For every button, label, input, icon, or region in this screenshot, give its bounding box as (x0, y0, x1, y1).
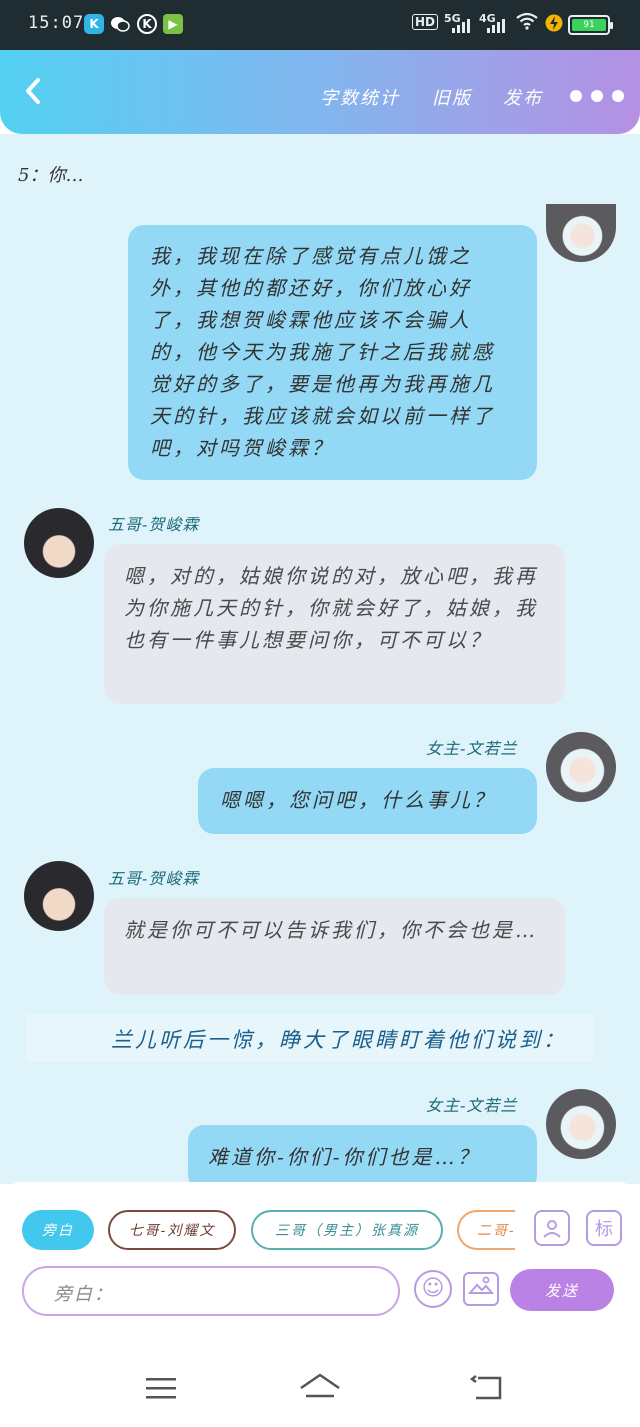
speaker-name: 女主-文若兰 (426, 739, 518, 758)
message-bubble: 难道你-你们-你们也是…？ (188, 1125, 537, 1184)
charging-icon (545, 13, 563, 36)
battery-icon: 91 (568, 15, 613, 35)
character-manage-icon[interactable] (534, 1210, 570, 1246)
heroine-avatar[interactable] (546, 1089, 616, 1159)
tag-icon[interactable]: 标 (586, 1210, 622, 1246)
speaker-name: 五哥-贺峻霖 (108, 869, 200, 888)
speaker-name: 女主-文若兰 (426, 1096, 518, 1115)
message-bubble: 嗯嗯，您问吧，什么事儿？ (198, 768, 537, 834)
signal-4g-bars (487, 18, 505, 33)
heroine-avatar[interactable] (546, 732, 616, 802)
message-bubble: 我，我现在除了感觉有点儿饿之外，其他的都还好，你们放心好了，我想贺峻霖他应该不会… (128, 225, 537, 480)
message-input[interactable]: 旁白： (22, 1266, 400, 1316)
speaker-name: 五哥-贺峻霖 (108, 515, 200, 534)
emoji-icon[interactable]: ☺ (414, 1270, 452, 1308)
system-navigation-bar (0, 1352, 640, 1427)
back-button[interactable] (20, 74, 56, 110)
role-chip-seventh-brother[interactable]: 七哥-刘耀文 (108, 1210, 236, 1250)
heroine-avatar[interactable] (546, 204, 616, 262)
wifi-icon (516, 12, 538, 33)
message-bubble: 嗯，对的，姑娘你说的对，放心吧，我再为你施几天的针，你就会好了，姑娘，我也有一件… (104, 544, 565, 704)
status-time: 15:07 (28, 13, 85, 33)
old-version-button[interactable]: 旧版 (432, 84, 472, 110)
battery-level: 91 (572, 19, 606, 31)
chevron-left-icon (26, 78, 40, 104)
home-icon[interactable] (298, 1372, 342, 1408)
word-count-button[interactable]: 字数统计 (320, 84, 400, 110)
narration-line: 兰儿听后一惊，睁大了眼睛盯着他们说到： (27, 1014, 593, 1062)
fifth-brother-avatar[interactable] (24, 861, 94, 931)
back-nav-icon[interactable] (469, 1374, 506, 1406)
kuwo-app-icon: K (84, 14, 104, 34)
top-navigation: 字数统计 旧版 发布 (0, 50, 640, 134)
role-chip-second-brother[interactable]: 二哥- (457, 1210, 515, 1250)
more-options-icon[interactable] (570, 90, 624, 102)
role-chip-third-brother[interactable]: 三哥（男主）张真源 (251, 1210, 443, 1250)
send-button[interactable]: 发送 (510, 1269, 614, 1311)
publish-button[interactable]: 发布 (503, 84, 543, 110)
k-music-icon: K (137, 14, 157, 34)
signal-5g-bars (452, 18, 470, 33)
video-app-icon: ▶ (163, 14, 183, 34)
hd-badge: HD (412, 14, 439, 30)
chat-area[interactable]: 5：你… 我，我现在除了感觉有点儿饿之外，其他的都还好，你们放心好了，我想贺峻霖… (0, 134, 640, 1184)
story-intro: 5：你… (18, 165, 84, 186)
menu-icon[interactable] (144, 1374, 178, 1406)
message-bubble: 就是你可不可以告诉我们，你不会也是… (104, 898, 565, 995)
image-icon[interactable] (463, 1272, 499, 1306)
wechat-icon (110, 14, 130, 34)
status-bar: 15:07 K K ▶ HD 5G 4G 91 (0, 0, 640, 50)
fifth-brother-avatar[interactable] (24, 508, 94, 578)
role-chip-narrator[interactable]: 旁白 (22, 1210, 94, 1250)
